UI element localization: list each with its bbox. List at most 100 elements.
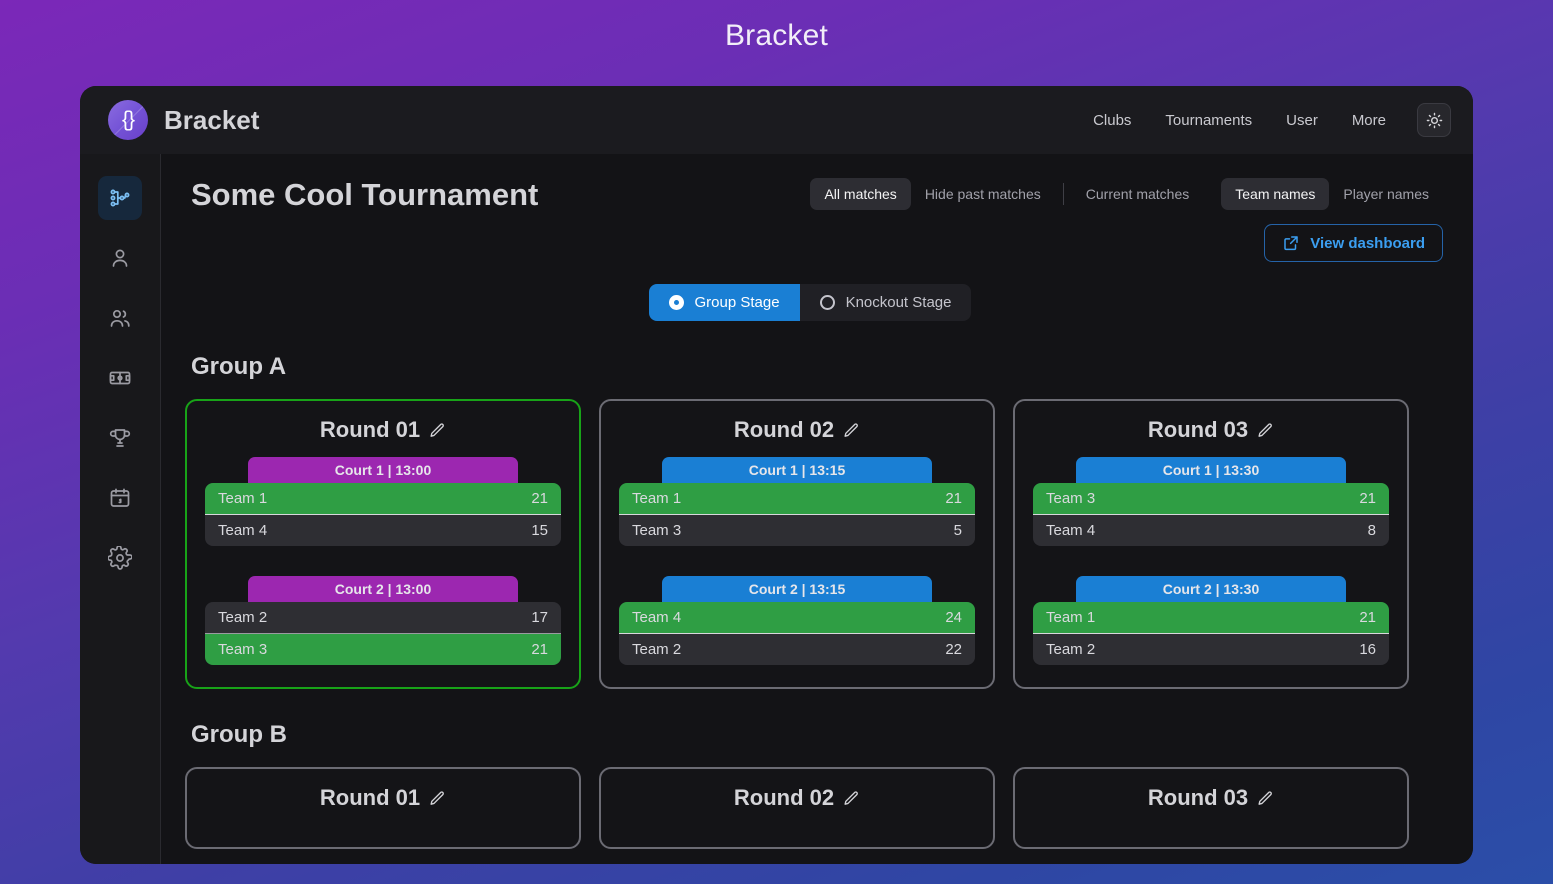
- team-name: Team 2: [218, 609, 268, 626]
- app-window: {} Bracket Clubs Tournaments User More S…: [80, 86, 1473, 864]
- team-table: Team 1 21 Team 2 16: [1033, 602, 1389, 665]
- court-badge: Court 1 | 13:30: [1076, 457, 1346, 485]
- tournament-title: Some Cool Tournament: [191, 177, 539, 212]
- team-table: Team 4 24 Team 2 22: [619, 602, 975, 665]
- sidebar-item-players[interactable]: [98, 296, 142, 340]
- team-row: Team 2 17: [205, 602, 561, 633]
- external-link-icon: [1284, 236, 1298, 251]
- team-name: Team 3: [632, 522, 682, 539]
- match[interactable]: Court 2 | 13:30 Team 1 21 Team 2 16: [1033, 576, 1389, 665]
- team-row: Team 1 21: [619, 483, 975, 514]
- brand[interactable]: {} Bracket: [108, 100, 259, 140]
- group-label-b: Group B: [191, 721, 287, 748]
- team-table: Team 1 21 Team 4 15: [205, 483, 561, 546]
- sidebar-item-user[interactable]: [98, 236, 142, 280]
- match[interactable]: Court 2 | 13:15 Team 4 24 Team 2 22: [619, 576, 975, 665]
- team-table: Team 3 21 Team 4 8: [1033, 483, 1389, 546]
- filter-current-matches[interactable]: Current matches: [1072, 178, 1203, 210]
- nav-item-clubs[interactable]: Clubs: [1076, 104, 1148, 137]
- filter-divider: [1062, 183, 1064, 205]
- court-badge: Court 2 | 13:00: [248, 576, 518, 604]
- view-dashboard-button[interactable]: View dashboard: [1264, 224, 1443, 262]
- stage-toggle-row: Group Stage Knockout Stage: [177, 284, 1443, 321]
- stage-button-knockout[interactable]: Knockout Stage: [799, 284, 972, 321]
- team-score: 21: [531, 490, 548, 507]
- team-row: Team 3 21: [1033, 483, 1389, 514]
- team-row: Team 4 15: [205, 514, 561, 546]
- app-logo-icon: {}: [108, 100, 148, 140]
- pencil-icon[interactable]: [1257, 790, 1274, 807]
- stage-button-knockout-label: Knockout Stage: [845, 294, 952, 311]
- filter-player-names[interactable]: Player names: [1329, 178, 1443, 210]
- court-badge: Court 1 | 13:15: [662, 457, 932, 485]
- team-row: Team 4 8: [1033, 514, 1389, 546]
- team-score: 21: [945, 490, 962, 507]
- pencil-icon[interactable]: [429, 422, 446, 439]
- sidebar-item-settings[interactable]: [98, 536, 142, 580]
- bracket-icon: [110, 189, 130, 207]
- round-card[interactable]: Round 01: [185, 767, 581, 849]
- theme-toggle-button[interactable]: [1417, 103, 1451, 137]
- round-card[interactable]: Round 02: [599, 767, 995, 849]
- team-row: Team 3 21: [205, 633, 561, 665]
- pencil-icon[interactable]: [843, 422, 860, 439]
- team-row: Team 2 22: [619, 633, 975, 665]
- stage-toggle-group: Group Stage Knockout Stage: [648, 284, 972, 321]
- match[interactable]: Court 1 | 13:30 Team 3 21 Team 4 8: [1033, 457, 1389, 546]
- sidebar-item-courts[interactable]: [98, 356, 142, 400]
- match[interactable]: Court 2 | 13:00 Team 2 17 Team 3 21: [205, 576, 561, 665]
- team-row: Team 2 16: [1033, 633, 1389, 665]
- team-name: Team 4: [632, 609, 682, 626]
- filter-team-names[interactable]: Team names: [1221, 178, 1330, 210]
- team-score: 21: [1359, 490, 1376, 507]
- logo-glyph: {}: [121, 108, 135, 131]
- rounds-row-group-a: Round 01 Court 1 | 13:00 Team 1 21 Team …: [177, 399, 1443, 689]
- round-title-label: Round 03: [1147, 417, 1249, 442]
- round-title-label: Round 01: [319, 417, 421, 442]
- court-badge: Court 2 | 13:30: [1076, 576, 1346, 604]
- match[interactable]: Court 1 | 13:15 Team 1 21 Team 3 5: [619, 457, 975, 546]
- sidebar-item-tournaments[interactable]: [98, 416, 142, 460]
- team-name: Team 4: [1046, 522, 1096, 539]
- nav-item-tournaments[interactable]: Tournaments: [1148, 104, 1269, 137]
- pencil-icon[interactable]: [429, 790, 446, 807]
- team-row: Team 4 24: [619, 602, 975, 633]
- team-row: Team 3 5: [619, 514, 975, 546]
- filter-hide-past-matches[interactable]: Hide past matches: [911, 178, 1055, 210]
- team-table: Team 1 21 Team 3 5: [619, 483, 975, 546]
- view-dashboard-label: View dashboard: [1310, 234, 1425, 252]
- team-name: Team 4: [218, 522, 268, 539]
- nav-item-user[interactable]: User: [1269, 104, 1335, 137]
- team-score: 16: [1359, 641, 1376, 658]
- round-card[interactable]: Round 02 Court 1 | 13:15 Team 1 21 Team …: [599, 399, 995, 689]
- radio-unselected-icon: [819, 295, 835, 310]
- team-score: 17: [531, 609, 548, 626]
- pencil-icon[interactable]: [1257, 422, 1274, 439]
- team-score: 15: [531, 522, 548, 539]
- filter-all-matches[interactable]: All matches: [810, 178, 911, 210]
- nav-item-more[interactable]: More: [1335, 104, 1403, 137]
- round-card[interactable]: Round 03: [1013, 767, 1409, 849]
- sidebar-item-schedule[interactable]: [98, 476, 142, 520]
- round-title-label: Round 01: [319, 785, 421, 810]
- trophy-icon: [109, 429, 131, 447]
- round-card[interactable]: Round 03 Court 1 | 13:30 Team 3 21 Team …: [1013, 399, 1409, 689]
- round-title: Round 02: [619, 417, 975, 443]
- top-bar: {} Bracket Clubs Tournaments User More: [80, 86, 1473, 154]
- pencil-icon[interactable]: [843, 790, 860, 807]
- app-body: Some Cool Tournament All matches Hide pa…: [80, 154, 1473, 864]
- round-card[interactable]: Round 01 Court 1 | 13:00 Team 1 21 Team …: [185, 399, 581, 689]
- main-content: Some Cool Tournament All matches Hide pa…: [161, 154, 1473, 864]
- top-nav: Clubs Tournaments User More: [1076, 103, 1451, 137]
- team-name: Team 2: [1046, 641, 1096, 658]
- round-title: Round 03: [1033, 785, 1389, 811]
- users-icon: [110, 309, 130, 327]
- match[interactable]: Court 1 | 13:00 Team 1 21 Team 4 15: [205, 457, 561, 546]
- round-title: Round 01: [205, 785, 561, 811]
- court-badge: Court 1 | 13:00: [248, 457, 518, 485]
- brand-name: Bracket: [164, 104, 260, 135]
- stage-button-group[interactable]: Group Stage: [648, 284, 800, 321]
- team-row: Team 1 21: [1033, 602, 1389, 633]
- sun-icon: [1426, 112, 1442, 128]
- sidebar-item-bracket[interactable]: [98, 176, 142, 220]
